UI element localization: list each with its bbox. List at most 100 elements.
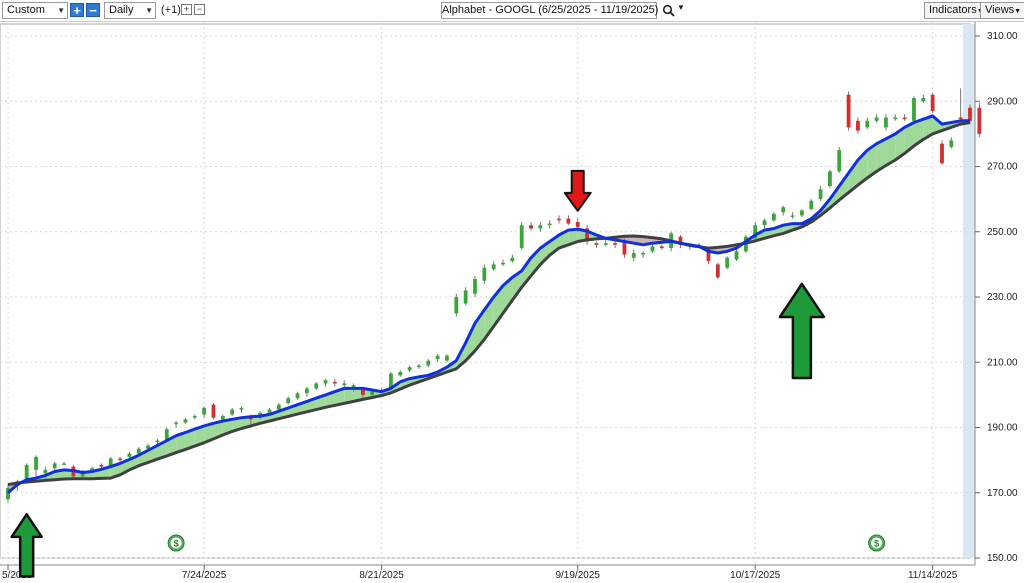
band-segment bbox=[232, 417, 242, 432]
band-segment bbox=[671, 240, 681, 244]
y-tick-label: 230.00 bbox=[987, 292, 1018, 303]
candle-body bbox=[594, 243, 599, 245]
band-segment bbox=[372, 389, 382, 398]
band-segment bbox=[540, 241, 550, 265]
candle-body bbox=[771, 213, 776, 221]
band-segment bbox=[110, 463, 121, 479]
candle-body bbox=[613, 243, 617, 245]
step-plus-icon[interactable]: + bbox=[181, 4, 192, 15]
views-button[interactable]: Views▼ bbox=[980, 2, 1024, 19]
candle-body bbox=[781, 207, 786, 213]
band-segment bbox=[278, 407, 289, 419]
candle-body bbox=[426, 360, 431, 366]
views-label: Views bbox=[985, 4, 1015, 16]
candle-body bbox=[650, 246, 655, 252]
band-segment bbox=[45, 471, 55, 481]
chevron-down-icon: ▼ bbox=[57, 6, 65, 15]
band-segment bbox=[857, 150, 868, 186]
candle-body bbox=[258, 412, 263, 418]
band-segment bbox=[213, 420, 223, 439]
candle-body bbox=[389, 373, 393, 389]
band-segment bbox=[222, 419, 233, 436]
band-segment bbox=[64, 469, 74, 480]
candle-body bbox=[930, 94, 935, 112]
candle-body bbox=[267, 409, 272, 413]
candle-body bbox=[828, 171, 832, 187]
dividend-label: $ bbox=[174, 539, 179, 549]
band-segment bbox=[138, 450, 149, 466]
dividend-icon-inner bbox=[170, 537, 182, 549]
band-segment bbox=[652, 237, 662, 244]
y-tick-label: 170.00 bbox=[987, 488, 1018, 499]
candle-body bbox=[146, 445, 150, 449]
band-segment bbox=[885, 133, 896, 166]
y-tick-label: 310.00 bbox=[987, 31, 1018, 42]
candle-body bbox=[52, 463, 57, 469]
band-segment bbox=[643, 236, 653, 245]
candle-body bbox=[790, 215, 795, 217]
candle-body bbox=[295, 393, 300, 399]
x-tick-label: 5/2025 bbox=[2, 570, 33, 581]
candle-body bbox=[192, 416, 197, 418]
band-segment bbox=[82, 471, 93, 479]
step-minus-icon[interactable]: − bbox=[194, 4, 205, 15]
band-segment bbox=[250, 416, 261, 426]
interval-select[interactable]: Daily ▼ bbox=[104, 2, 156, 19]
toolbar: Custom ▼ + − Daily ▼ (+1) + − Alphabet -… bbox=[0, 0, 1024, 22]
indicators-button[interactable]: Indicators▼ bbox=[924, 2, 989, 19]
candle-body bbox=[519, 225, 524, 249]
search-icon[interactable] bbox=[662, 4, 676, 18]
candle-body bbox=[463, 290, 468, 304]
candle-body bbox=[687, 244, 692, 247]
candle-body bbox=[884, 117, 888, 128]
plot-area bbox=[0, 23, 971, 559]
band-segment bbox=[194, 425, 205, 447]
band-segment bbox=[185, 429, 195, 450]
band-segment bbox=[418, 375, 429, 382]
band-segment bbox=[923, 115, 933, 140]
sell-signal-arrow bbox=[563, 169, 592, 212]
band-segment bbox=[288, 404, 298, 417]
candle-body bbox=[669, 233, 674, 249]
band-segment bbox=[17, 479, 27, 485]
candle-body bbox=[958, 117, 963, 120]
band-segment bbox=[839, 173, 849, 201]
bar-legend-icon bbox=[48, 26, 60, 38]
candle-body bbox=[557, 218, 561, 221]
y-tick-label: 290.00 bbox=[987, 96, 1018, 107]
candle-body bbox=[874, 117, 879, 121]
band-segment bbox=[559, 230, 569, 249]
band-segment bbox=[829, 186, 840, 208]
band-segment bbox=[484, 297, 494, 340]
candle-body bbox=[547, 223, 552, 226]
candle-body bbox=[361, 389, 365, 395]
candle-body bbox=[286, 398, 291, 404]
y-tick-label: 270.00 bbox=[987, 162, 1018, 173]
search-dropdown-icon[interactable]: ▼ bbox=[677, 3, 685, 12]
candle-body bbox=[575, 221, 580, 227]
candle-body bbox=[99, 465, 104, 467]
band-segment bbox=[680, 243, 690, 246]
symbol-title-field[interactable]: Alphabet - GOOGL (6/25/2025 - 11/19/2025… bbox=[441, 2, 658, 19]
band-segment bbox=[960, 120, 970, 125]
band-segment bbox=[596, 235, 606, 239]
band-segment bbox=[204, 423, 214, 443]
period-select[interactable]: Custom ▼ bbox=[2, 2, 68, 19]
candle-body bbox=[977, 107, 982, 134]
x-tick-label: 8/21/2025 bbox=[359, 570, 404, 581]
band-segment bbox=[913, 119, 924, 146]
band-segment bbox=[157, 440, 167, 460]
band-segment bbox=[334, 388, 345, 406]
y-tick-label: 210.00 bbox=[987, 357, 1018, 368]
candle-body bbox=[603, 243, 608, 245]
candle-body bbox=[164, 429, 169, 441]
band-segment bbox=[428, 372, 438, 379]
plus-icon[interactable]: + bbox=[70, 3, 84, 17]
candle-body bbox=[566, 218, 571, 224]
candle-body bbox=[304, 388, 309, 394]
band-segment bbox=[773, 225, 784, 236]
minus-icon[interactable]: − bbox=[86, 3, 100, 17]
band-segment bbox=[895, 127, 905, 160]
candle-body bbox=[71, 466, 76, 477]
band-segment bbox=[792, 223, 802, 231]
